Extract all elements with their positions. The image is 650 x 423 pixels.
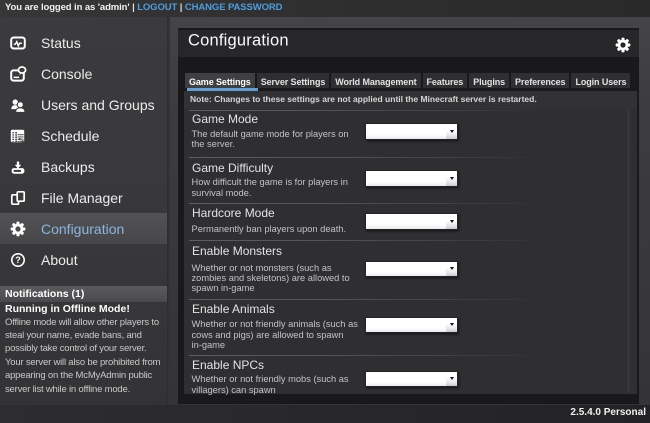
svg-text:?: ? xyxy=(15,255,21,265)
